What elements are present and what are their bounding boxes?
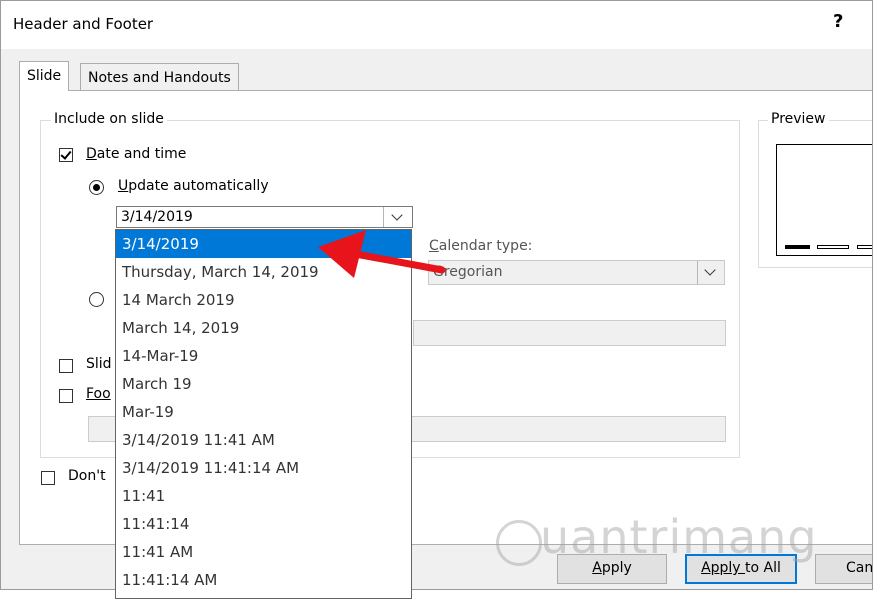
fixed-date-input[interactable] <box>413 320 726 346</box>
footer-label[interactable]: Foo <box>86 386 111 402</box>
tab-slide[interactable]: Slide <box>19 61 70 91</box>
date-format-option[interactable]: 14-Mar-19 <box>116 342 411 370</box>
date-format-option[interactable]: 3/14/2019 11:41 AM <box>116 426 411 454</box>
update-automatically-label[interactable]: Update automatically <box>118 178 269 194</box>
calendar-type-dropdown-button[interactable] <box>697 261 724 284</box>
dialog-title: Header and Footer <box>13 15 154 33</box>
footer-checkbox[interactable] <box>59 389 73 403</box>
date-format-option[interactable]: 14 March 2019 <box>116 286 411 314</box>
date-format-option[interactable]: Mar-19 <box>116 398 411 426</box>
chevron-down-icon <box>391 209 403 221</box>
dont-show-on-title-slide-checkbox[interactable] <box>41 471 55 485</box>
date-format-option[interactable]: 3/14/2019 11:41:14 AM <box>116 454 411 482</box>
date-format-option[interactable]: March 14, 2019 <box>116 314 411 342</box>
calendar-type-combo[interactable]: Gregorian <box>428 260 725 285</box>
help-button[interactable]: ? <box>833 11 843 32</box>
preview-legend: Preview <box>768 111 829 127</box>
date-and-time-checkbox[interactable] <box>59 148 73 162</box>
date-and-time-label[interactable]: Date and time <box>86 146 186 162</box>
date-format-option[interactable]: March 19 <box>116 370 411 398</box>
cancel-button[interactable]: Can <box>815 554 872 584</box>
red-arrow-icon <box>318 230 446 278</box>
date-format-option[interactable]: 11:41 <box>116 482 411 510</box>
dont-show-label[interactable]: Don't <box>68 468 106 484</box>
date-format-option[interactable]: 11:41 AM <box>116 538 411 566</box>
watermark-text: uantrimang <box>540 510 818 564</box>
date-format-option[interactable]: 11:41:14 <box>116 510 411 538</box>
tab-notes-label: Notes and Handouts <box>88 70 231 86</box>
chevron-down-icon <box>704 264 716 276</box>
title-bar: Header and Footer ? <box>1 1 872 49</box>
preview-date-placeholder <box>785 245 810 249</box>
fixed-date-radio[interactable] <box>89 292 104 307</box>
slide-number-checkbox[interactable] <box>59 359 73 373</box>
watermark-logo-icon <box>496 520 542 566</box>
preview-footer-placeholder <box>817 245 849 249</box>
tab-slide-label: Slide <box>27 68 62 84</box>
update-automatically-radio[interactable] <box>89 180 104 195</box>
include-on-slide-legend: Include on slide <box>51 111 167 127</box>
preview-slide-thumbnail <box>776 144 872 256</box>
tab-notes-and-handouts[interactable]: Notes and Handouts <box>80 63 239 91</box>
slide-number-label[interactable]: Slid <box>86 356 112 372</box>
preview-number-placeholder <box>857 245 872 249</box>
date-format-combo-value: 3/14/2019 <box>121 209 193 225</box>
